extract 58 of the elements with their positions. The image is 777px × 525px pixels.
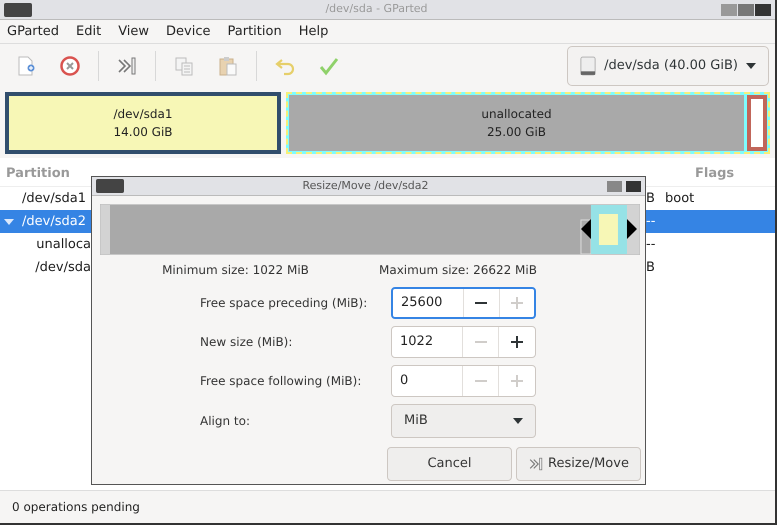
dropdown-arrow-icon xyxy=(513,418,523,424)
dropdown-arrow-icon xyxy=(746,63,756,69)
field-label: Free space following (MiB): xyxy=(199,373,362,390)
extended-partition-block[interactable]: unallocated 25.00 GiB xyxy=(286,92,770,154)
number-input[interactable]: 25600 xyxy=(393,293,463,313)
partition-name: /dev/sda1 xyxy=(113,106,173,123)
table-cell-text: B xyxy=(646,190,656,208)
partition-handle[interactable] xyxy=(580,205,637,254)
field-label: Free space preceding (MiB): xyxy=(199,295,368,312)
checkmark-icon xyxy=(318,55,340,77)
partition-cell-text: /dev/sda1 xyxy=(22,190,86,208)
menu-item[interactable]: View xyxy=(118,22,150,42)
dialog-title: Resize/Move /dev/sda2 xyxy=(301,178,430,194)
partition-size: 25.00 GiB xyxy=(486,124,546,141)
flags-cell-text: boot xyxy=(665,190,694,208)
resize-icon xyxy=(528,456,544,472)
plus-icon xyxy=(510,375,522,387)
partition-block[interactable] xyxy=(747,95,767,151)
resize-move-button[interactable]: Resize/Move xyxy=(516,447,641,481)
menu-item[interactable]: Partition xyxy=(228,22,282,42)
spin-field[interactable]: 0 xyxy=(391,365,536,397)
window-title: /dev/sda - GParted xyxy=(324,1,429,18)
menu-item[interactable]: GParted xyxy=(7,22,59,42)
app-icon xyxy=(96,179,124,193)
partition-cell-text: /dev/sda2 xyxy=(22,212,86,231)
spin-field[interactable]: 25600 xyxy=(391,287,536,319)
device-selector[interactable]: /dev/sda (40.00 GiB) xyxy=(567,46,769,86)
clipboard-icon xyxy=(217,55,239,77)
field-label: New size (MiB): xyxy=(199,334,294,351)
table-cell-text: -- xyxy=(646,212,656,231)
close-button[interactable] xyxy=(626,180,641,192)
plus-icon xyxy=(510,336,522,348)
partition-block[interactable]: /dev/sda1 14.00 GiB xyxy=(5,92,282,154)
maximum-size-label: Maximum size: 26622 MiB xyxy=(379,262,537,279)
menu-item[interactable]: Device xyxy=(166,22,211,42)
unallocated-block[interactable]: unallocated 25.00 GiB xyxy=(289,95,744,151)
menu-item[interactable]: Help xyxy=(298,22,328,42)
align-dropdown[interactable]: MiB xyxy=(391,404,536,438)
status-text: 0 operations pending xyxy=(12,499,140,516)
expander-arrow-icon[interactable] xyxy=(4,216,14,226)
menu-item[interactable]: Edit xyxy=(76,22,102,42)
table-cell-text: -- xyxy=(646,236,656,254)
field-label: Align to: xyxy=(199,413,252,430)
minimize-button[interactable] xyxy=(721,4,737,16)
number-input[interactable]: 1022 xyxy=(392,332,462,352)
app-icon xyxy=(4,2,32,16)
copy-icon xyxy=(173,55,195,77)
close-button[interactable] xyxy=(755,4,771,16)
partition-size: 14.00 GiB xyxy=(113,124,173,141)
resize-icon xyxy=(116,55,138,77)
minimum-size-label: Minimum size: 1022 MiB xyxy=(161,262,310,279)
cancel-button[interactable]: Cancel xyxy=(387,447,512,481)
spin-field[interactable]: 1022 xyxy=(391,326,536,358)
partition-cell-text: unalloca xyxy=(36,236,91,254)
plus-icon xyxy=(510,297,523,309)
number-input[interactable]: 0 xyxy=(392,371,462,391)
partition-name: unallocated xyxy=(481,106,552,123)
delete-icon xyxy=(59,55,81,77)
